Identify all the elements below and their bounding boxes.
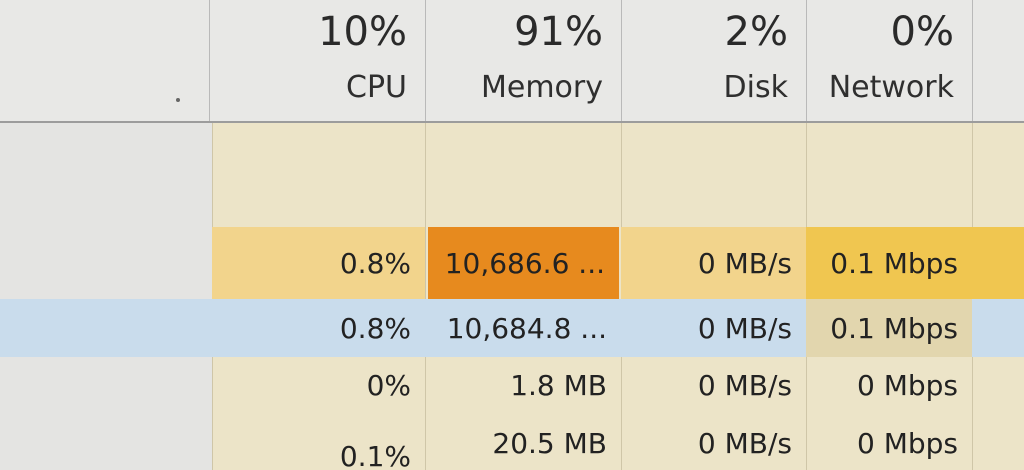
disk-cell: 0 MB/s: [621, 227, 806, 299]
column-header-cpu[interactable]: 10% CPU: [209, 0, 425, 122]
memory-cell: 20.5 MB: [492, 426, 607, 460]
column-header-disk[interactable]: 2% Disk: [621, 0, 806, 122]
table-row[interactable]: 0.8% 10,686.6 ... 0 MB/s 0.1 Mbps: [0, 227, 1024, 299]
memory-cell: 10,684.8 ...: [446, 311, 607, 345]
memory-column-label: Memory: [480, 70, 603, 105]
network-cell: 0 Mbps: [856, 368, 958, 402]
disk-cell: 0 MB/s: [697, 426, 792, 460]
cpu-cell: 0.1%: [339, 440, 411, 470]
table-row[interactable]: 0.8% 10,684.8 ... 0 MB/s 0.1 Mbps: [0, 299, 1024, 357]
table-row[interactable]: 0.1% 20.5 MB 0 MB/s 0 Mbps: [0, 413, 1024, 470]
disk-column-label: Disk: [723, 70, 788, 105]
cpu-cell: 0.8%: [212, 227, 425, 299]
disk-usage-percent: 2%: [724, 9, 788, 55]
memory-cell: 1.8 MB: [510, 368, 607, 402]
cpu-cell: 0%: [366, 368, 411, 402]
extra-cell: [972, 227, 1024, 299]
network-cell: 0.1 Mbps: [806, 227, 972, 299]
cpu-cell: 0.8%: [339, 311, 411, 345]
network-cell: 0 Mbps: [856, 426, 958, 460]
cpu-column-label: CPU: [346, 70, 407, 105]
column-header-network[interactable]: 0% Network: [806, 0, 972, 122]
column-header-extra[interactable]: [972, 0, 1024, 122]
network-column-label: Network: [828, 70, 954, 105]
column-header-memory[interactable]: 91% Memory: [425, 0, 621, 122]
disk-cell: 0 MB/s: [697, 311, 792, 345]
table-row[interactable]: 0% 1.8 MB 0 MB/s 0 Mbps: [0, 357, 1024, 413]
memory-cell: 10,686.6 ...: [428, 227, 619, 299]
cpu-usage-percent: 10%: [318, 9, 407, 55]
header-dot: [176, 98, 180, 102]
disk-cell: 0 MB/s: [697, 368, 792, 402]
network-usage-percent: 0%: [890, 9, 954, 55]
process-table: 0.8% 10,686.6 ... 0 MB/s 0.1 Mbps 0.8% 1…: [0, 123, 1024, 470]
column-header-bar: 10% CPU 91% Memory 2% Disk 0% Network: [0, 0, 1024, 122]
memory-usage-percent: 91%: [514, 9, 603, 55]
network-cell: 0.1 Mbps: [806, 299, 972, 357]
